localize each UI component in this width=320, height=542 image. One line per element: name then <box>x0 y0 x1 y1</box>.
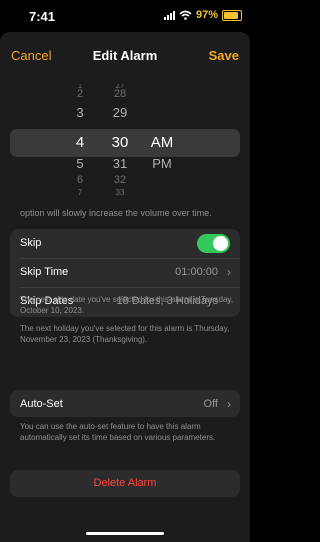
hour-option[interactable]: 7 <box>60 188 100 197</box>
minute-option-selected[interactable]: 30 <box>100 134 140 151</box>
next-holiday-note: The next holiday you've selected for thi… <box>20 324 230 344</box>
next-skip-note: The next skip date you've selected for t… <box>20 295 234 315</box>
nav-bar: Cancel Edit Alarm Save <box>0 32 250 76</box>
delete-alarm-label: Delete Alarm <box>93 477 157 489</box>
volume-note-partial: option will slowly increase the volume o… <box>20 208 212 218</box>
minute-option[interactable]: 29 <box>100 105 140 120</box>
toggle-knob <box>213 236 228 251</box>
chevron-right-icon: › <box>227 397 231 411</box>
minute-option[interactable]: 31 <box>100 156 140 171</box>
status-icons: 97% <box>163 9 242 21</box>
hour-option[interactable]: 5 <box>60 156 100 171</box>
status-bar: 7:41 97% <box>0 0 250 26</box>
time-picker[interactable]: 1234567 27 28 29 30 31 32 33 AM PM <box>0 84 250 226</box>
wifi-icon <box>179 10 192 20</box>
auto-set-group: Auto-Set Off › <box>10 390 240 417</box>
period-option[interactable]: PM <box>140 156 184 171</box>
delete-alarm-button[interactable]: Delete Alarm <box>10 470 240 497</box>
minute-option[interactable]: 32 <box>100 174 140 186</box>
skip-toggle[interactable] <box>197 234 230 253</box>
hour-option[interactable]: 6 <box>60 174 100 186</box>
status-time: 7:41 <box>29 9 56 24</box>
chevron-right-icon: › <box>227 265 231 279</box>
save-button[interactable]: Save <box>209 48 239 63</box>
skip-time-label: Skip Time <box>20 266 69 278</box>
cellular-signal-icon <box>163 10 175 20</box>
battery-icon <box>222 9 242 21</box>
hour-option[interactable]: 3 <box>60 105 100 120</box>
auto-set-row[interactable]: Auto-Set Off › <box>10 390 240 417</box>
skip-label: Skip <box>20 237 42 249</box>
period-option-selected[interactable]: AM <box>140 134 184 151</box>
hour-option-selected[interactable]: 4 <box>60 134 100 151</box>
auto-set-label: Auto-Set <box>20 398 63 410</box>
minute-option[interactable]: 33 <box>100 188 140 197</box>
skip-time-row[interactable]: Skip Time 01:00:00 › <box>10 258 240 287</box>
skip-time-value: 01:00:00 <box>175 266 218 278</box>
minute-option[interactable]: 28 <box>100 88 140 100</box>
auto-set-note: You can use the auto-set feature to have… <box>20 422 216 442</box>
edit-alarm-sheet: Cancel Edit Alarm Save 1234567 27 28 29 30 3… <box>0 32 250 542</box>
battery-percent: 97% <box>195 9 218 21</box>
auto-set-value: Off <box>203 398 218 410</box>
hour-option[interactable]: 2 <box>60 88 100 100</box>
skip-row[interactable]: Skip <box>10 229 240 258</box>
home-indicator <box>86 532 164 535</box>
